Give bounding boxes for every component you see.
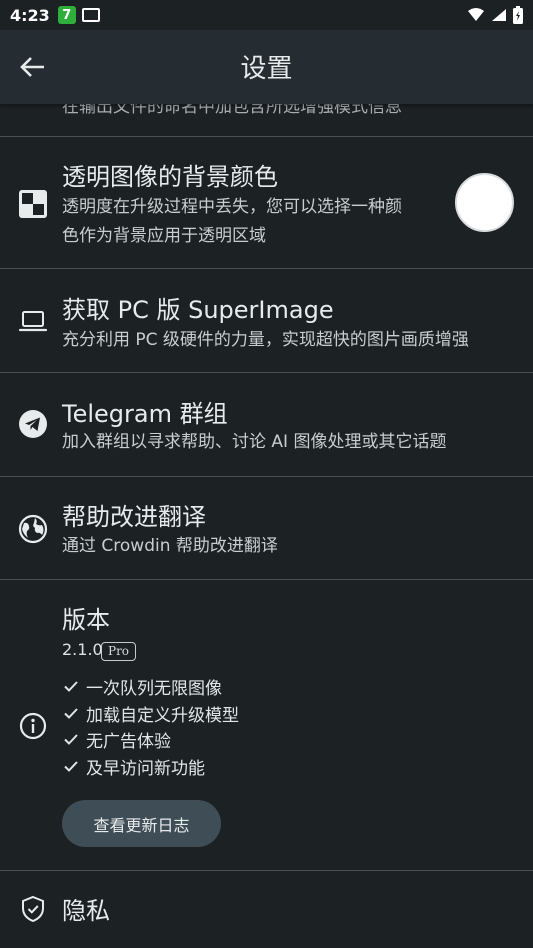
- view-changelog-button[interactable]: 查看更新日志: [62, 800, 221, 847]
- setting-title: Telegram 群组: [62, 400, 228, 428]
- status-bar: 4:23 7: [0, 0, 533, 30]
- shield-check-icon: [22, 895, 44, 923]
- feature-label: 及早访问新功能: [86, 758, 205, 779]
- pro-badge: Pro: [101, 642, 137, 661]
- battery-icon: [513, 6, 523, 24]
- feature-label: 加载自定义升级模型: [86, 705, 239, 726]
- check-icon: [64, 734, 78, 745]
- wifi-icon: [468, 8, 484, 21]
- setting-subtitle-line2: 色作为背景应用于透明区域: [62, 226, 266, 246]
- setting-title: 帮助改进翻译: [62, 503, 206, 531]
- setting-telegram-group[interactable]: Telegram 群组 加入群组以寻求帮助、讨论 AI 图像处理或其它话题: [0, 373, 533, 476]
- feature-label: 无广告体验: [86, 731, 171, 752]
- setting-title: 版本: [62, 606, 110, 634]
- setting-title: 获取 PC 版 SuperImage: [62, 296, 334, 324]
- version-number: 2.1.0: [62, 640, 103, 659]
- setting-subtitle: 通过 Crowdin 帮助改进翻译: [62, 536, 278, 556]
- sim-card-icon: [81, 8, 100, 22]
- page-title: 设置: [240, 54, 293, 84]
- setting-help-translate[interactable]: 帮助改进翻译 通过 Crowdin 帮助改进翻译: [0, 477, 533, 579]
- check-icon: [64, 761, 78, 772]
- setting-subtitle-line1: 透明度在升级过程中丢失，您可以选择一种颜: [62, 197, 402, 217]
- setting-privacy[interactable]: 隐私: [0, 871, 533, 948]
- feature-item: 一次队列无限图像: [62, 673, 222, 699]
- info-icon: [19, 712, 47, 740]
- feature-item: 加载自定义升级模型: [62, 700, 239, 726]
- check-icon: [64, 708, 78, 719]
- setting-subtitle: 加入群组以寻求帮助、讨论 AI 图像处理或其它话题: [62, 432, 447, 452]
- laptop-icon: [18, 311, 48, 332]
- feature-item: 无广告体验: [62, 726, 171, 752]
- setting-transparent-background[interactable]: 透明图像的背景颜色 透明度在升级过程中丢失，您可以选择一种颜 色作为背景应用于透…: [0, 137, 533, 268]
- notification-badge: 7: [57, 6, 76, 24]
- globe-icon: [18, 514, 48, 544]
- cellular-signal-icon: [492, 9, 506, 21]
- telegram-icon: [19, 410, 47, 438]
- feature-label: 一次队列无限图像: [86, 678, 222, 699]
- app-bar: 设置: [0, 30, 533, 104]
- feature-item: 及早访问新功能: [62, 753, 205, 779]
- setting-title: 透明图像的背景颜色: [62, 163, 278, 191]
- background-color-swatch[interactable]: [455, 173, 514, 232]
- setting-pc-version[interactable]: 获取 PC 版 SuperImage 充分利用 PC 级硬件的力量，实现超快的图…: [0, 269, 533, 372]
- check-icon: [64, 681, 78, 692]
- checkerboard-icon: [19, 190, 47, 218]
- setting-subtitle: 充分利用 PC 级硬件的力量，实现超快的图片画质增强: [62, 330, 469, 350]
- setting-title: 隐私: [62, 897, 110, 925]
- status-time: 4:23: [10, 5, 50, 25]
